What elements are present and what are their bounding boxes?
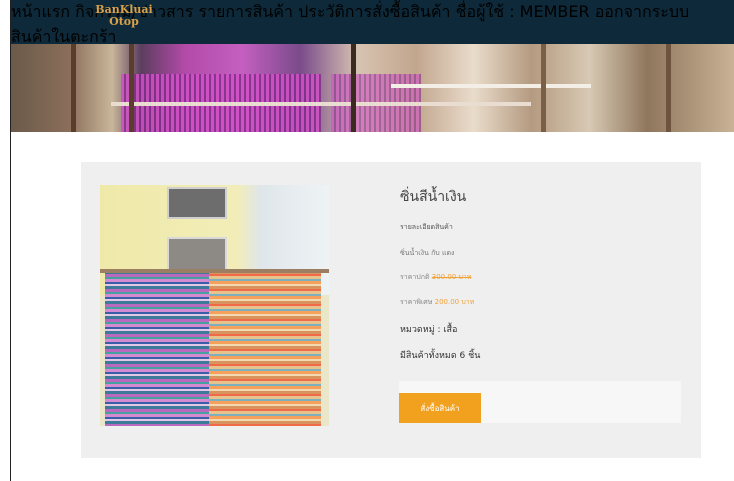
product-title: ซิ่นสีน้ำเงิน bbox=[400, 189, 467, 205]
brand-line2: Otop bbox=[109, 14, 139, 28]
nav-products[interactable]: รายการสินค้า bbox=[198, 2, 293, 21]
detail-heading: รายละเอียดสินค้า bbox=[400, 223, 453, 231]
normal-price-label: ราคาปกติ bbox=[400, 273, 430, 281]
product-description: ซิ่นน้ำเงิน กับ แดง bbox=[400, 249, 455, 257]
product-image bbox=[100, 185, 329, 426]
stock-count: มีสินค้าทั้งหมด 6 ชิ้น bbox=[400, 351, 481, 361]
brand-logo[interactable]: BanKluai Otop bbox=[89, 4, 159, 27]
nav-order-history[interactable]: ประวัติการสั่งซื้อสินค้า bbox=[298, 2, 450, 21]
special-price-row: ราคาพิเศษ 200.00 บาท bbox=[400, 297, 474, 308]
nav-home[interactable]: หน้าแรก bbox=[11, 2, 70, 21]
buy-button[interactable]: สั่งซื้อสินค้า bbox=[399, 393, 481, 423]
top-navbar: BanKluai Otop หน้าแรก กิจกรรม/ข่าวสาร รา… bbox=[11, 0, 734, 46]
brand-line1: BanKluai bbox=[95, 3, 153, 16]
hero-banner-image bbox=[11, 44, 734, 132]
nav-user[interactable]: ชื่อผู้ใช้ : MEMBER bbox=[456, 2, 590, 21]
special-price-value: 200.00 บาท bbox=[434, 298, 475, 306]
normal-price-value: 300.00 บาท bbox=[431, 273, 472, 281]
nav-logout[interactable]: ออกจากระบบ bbox=[595, 2, 689, 21]
normal-price-row: ราคาปกติ 300.00 บาท bbox=[400, 272, 471, 283]
special-price-label: ราคาพิเศษ bbox=[400, 298, 433, 306]
product-category: หมวดหมู่ : เสื้อ bbox=[400, 325, 458, 335]
